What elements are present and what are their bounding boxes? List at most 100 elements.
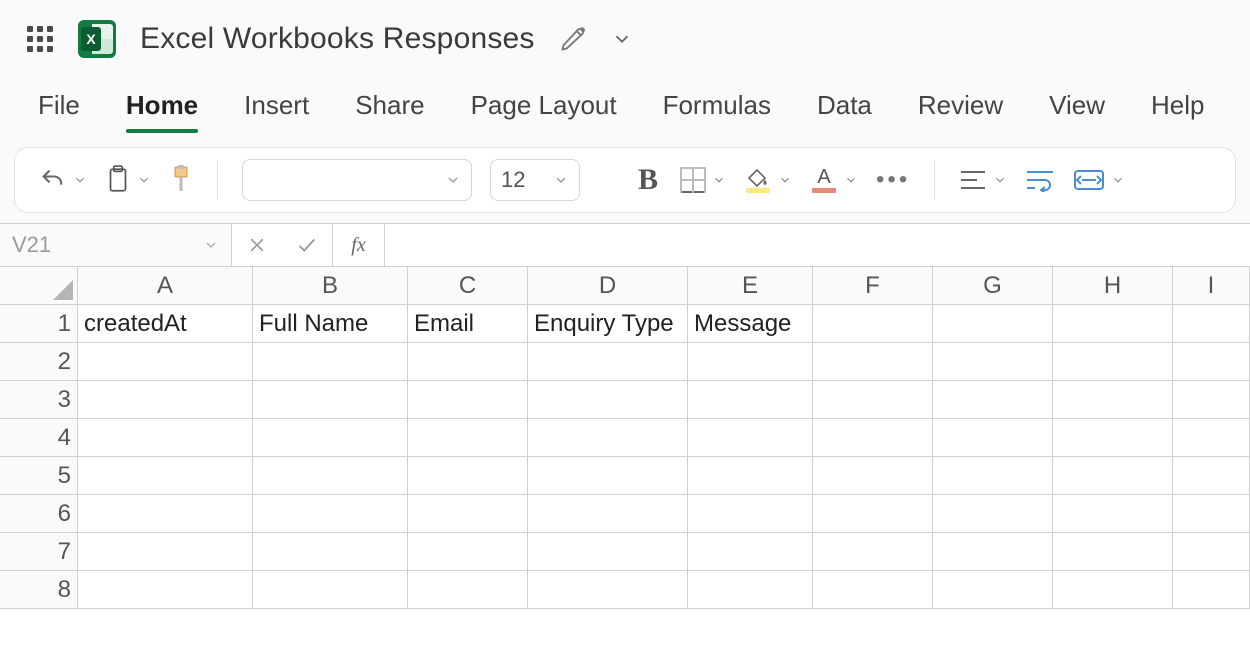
cell[interactable] (1053, 533, 1173, 571)
cell[interactable] (1053, 457, 1173, 495)
bold-button[interactable]: B (634, 163, 662, 197)
col-header-A[interactable]: A (78, 267, 253, 305)
row-header[interactable]: 2 (0, 343, 78, 381)
row-header[interactable]: 3 (0, 381, 78, 419)
formula-input[interactable] (385, 224, 1250, 266)
col-header-C[interactable]: C (408, 267, 528, 305)
cell[interactable] (813, 305, 933, 343)
cell[interactable] (1173, 419, 1250, 457)
cell[interactable] (528, 381, 688, 419)
cell[interactable] (253, 343, 408, 381)
font-size-select[interactable]: 12 (490, 159, 580, 201)
cell[interactable] (688, 533, 813, 571)
cell[interactable] (1053, 419, 1173, 457)
cell[interactable] (688, 381, 813, 419)
select-all-corner[interactable] (0, 267, 78, 305)
cell[interactable] (1173, 305, 1250, 343)
confirm-formula-button[interactable] (282, 224, 332, 266)
name-box[interactable]: V21 (0, 224, 232, 266)
col-header-E[interactable]: E (688, 267, 813, 305)
cell[interactable] (408, 381, 528, 419)
app-launcher-icon[interactable] (26, 25, 54, 53)
tab-data[interactable]: Data (817, 90, 872, 133)
cell[interactable] (408, 571, 528, 609)
cell[interactable] (1173, 495, 1250, 533)
cell[interactable] (1053, 305, 1173, 343)
cell[interactable] (253, 419, 408, 457)
cell[interactable] (1173, 457, 1250, 495)
cell[interactable] (1173, 381, 1250, 419)
clipboard-button[interactable] (105, 165, 151, 195)
cell[interactable] (408, 419, 528, 457)
cell[interactable] (528, 457, 688, 495)
cell[interactable] (78, 381, 253, 419)
tab-insert[interactable]: Insert (244, 90, 309, 133)
cell[interactable] (78, 343, 253, 381)
cell[interactable] (933, 305, 1053, 343)
cell[interactable] (813, 381, 933, 419)
cell[interactable] (813, 457, 933, 495)
cell[interactable] (933, 571, 1053, 609)
cell[interactable] (933, 419, 1053, 457)
cell[interactable] (688, 571, 813, 609)
align-button[interactable] (959, 168, 1007, 192)
cell[interactable] (933, 457, 1053, 495)
cell[interactable] (688, 495, 813, 533)
cell[interactable] (933, 533, 1053, 571)
cell[interactable] (813, 343, 933, 381)
row-header[interactable]: 4 (0, 419, 78, 457)
cell[interactable] (688, 457, 813, 495)
row-header[interactable]: 1 (0, 305, 78, 343)
cell[interactable] (528, 571, 688, 609)
row-header[interactable]: 5 (0, 457, 78, 495)
font-color-button[interactable]: A (810, 167, 858, 193)
cell[interactable] (688, 343, 813, 381)
tab-share[interactable]: Share (355, 90, 424, 133)
wrap-text-button[interactable] (1025, 168, 1055, 192)
cancel-formula-button[interactable] (232, 224, 282, 266)
cell[interactable] (1053, 495, 1173, 533)
cell[interactable]: Message (688, 305, 813, 343)
cell[interactable] (253, 457, 408, 495)
title-dropdown[interactable] (611, 28, 633, 50)
cell[interactable] (1053, 381, 1173, 419)
col-header-D[interactable]: D (528, 267, 688, 305)
document-title[interactable]: Excel Workbooks Responses (140, 22, 535, 56)
cell[interactable] (253, 381, 408, 419)
cell[interactable] (528, 343, 688, 381)
cell[interactable] (78, 495, 253, 533)
cell[interactable] (408, 533, 528, 571)
row-header[interactable]: 7 (0, 533, 78, 571)
merge-button[interactable] (1073, 168, 1125, 192)
cell[interactable] (933, 495, 1053, 533)
cell[interactable] (528, 419, 688, 457)
cell[interactable] (1053, 571, 1173, 609)
rename-icon[interactable] (559, 25, 587, 53)
col-header-F[interactable]: F (813, 267, 933, 305)
cell[interactable] (933, 381, 1053, 419)
undo-button[interactable] (39, 166, 87, 194)
cell[interactable]: Enquiry Type (528, 305, 688, 343)
font-family-select[interactable] (242, 159, 472, 201)
cell[interactable] (813, 495, 933, 533)
cell[interactable] (78, 419, 253, 457)
cell[interactable] (78, 571, 253, 609)
excel-app-icon[interactable]: X (78, 20, 116, 58)
fill-color-button[interactable] (744, 167, 792, 193)
tab-review[interactable]: Review (918, 90, 1003, 133)
cell[interactable]: Email (408, 305, 528, 343)
cell[interactable] (528, 533, 688, 571)
fx-icon[interactable]: fx (333, 224, 385, 266)
cell[interactable] (813, 419, 933, 457)
cell[interactable] (1053, 343, 1173, 381)
cell[interactable] (1173, 533, 1250, 571)
cell[interactable] (813, 571, 933, 609)
col-header-B[interactable]: B (253, 267, 408, 305)
row-header[interactable]: 6 (0, 495, 78, 533)
cell[interactable] (408, 343, 528, 381)
cell[interactable] (408, 495, 528, 533)
tab-help[interactable]: Help (1151, 90, 1204, 133)
row-header[interactable]: 8 (0, 571, 78, 609)
cell[interactable] (688, 419, 813, 457)
cell[interactable] (1173, 571, 1250, 609)
